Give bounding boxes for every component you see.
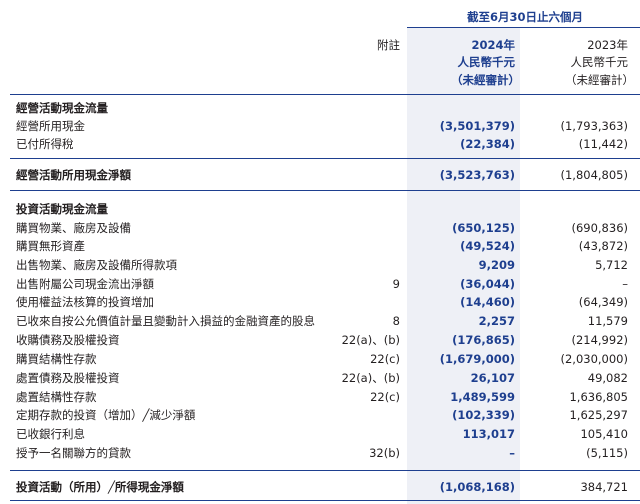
table-row: 出售物業、廠房及設備所得款項 9,209 5,712 bbox=[0, 256, 640, 274]
value-2024: (14,460) bbox=[460, 295, 515, 309]
table-row: 出售附屬公司現金流出淨額 9 (36,044) – bbox=[0, 275, 640, 293]
note-column-header: 附註 bbox=[377, 38, 400, 52]
investing-section-title: 投資活動現金流量 bbox=[16, 202, 108, 216]
value-2023: 105,410 bbox=[580, 427, 628, 441]
row-note: 9 bbox=[392, 277, 400, 291]
value-2023: (1,793,363) bbox=[560, 119, 628, 133]
value-2024: (176,865) bbox=[452, 333, 515, 347]
operating-total-row: 經營活動所用現金淨額 (3,523,763) (1,804,805) bbox=[0, 166, 640, 184]
table-row: 使用權益法核算的投資增加 (14,460) (64,349) bbox=[0, 293, 640, 311]
header-divider bbox=[10, 94, 640, 95]
year-2024-unit: 人民幣千元 bbox=[457, 55, 516, 69]
period-header: 截至6月30日止六個月 bbox=[466, 10, 583, 24]
row-label: 已付所得稅 bbox=[16, 137, 74, 151]
value-2023: (690,836) bbox=[571, 221, 628, 235]
row-note: 22(c) bbox=[370, 352, 400, 366]
row-label: 出售附屬公司現金流出淨額 bbox=[16, 277, 154, 291]
value-2024: 2,257 bbox=[478, 314, 515, 328]
value-2023: (64,349) bbox=[578, 295, 628, 309]
table-row: 購買無形資產 (49,524) (43,872) bbox=[0, 237, 640, 255]
value-2024: (22,384) bbox=[460, 137, 515, 151]
row-note: 22(a)、(b) bbox=[341, 333, 400, 347]
row-label: 已收來自按公允價值計量且變動計入損益的金融資產的股息 bbox=[16, 314, 315, 328]
value-2023: 1,636,805 bbox=[569, 390, 628, 404]
row-label: 處置結構性存款 bbox=[16, 390, 97, 404]
table-row: 收購債務及股權投資 22(a)、(b) (176,865) (214,992) bbox=[0, 331, 640, 349]
table-row: 購買結構性存款 22(c) (1,679,000) (2,030,000) bbox=[0, 350, 640, 368]
value-2023: 49,082 bbox=[587, 371, 628, 385]
row-label: 使用權益法核算的投資增加 bbox=[16, 295, 154, 309]
table-row: 已收銀行利息 113,017 105,410 bbox=[0, 425, 640, 443]
row-label: 經營所用現金 bbox=[16, 119, 85, 133]
value-2024: (650,125) bbox=[452, 221, 515, 235]
divider bbox=[10, 158, 640, 159]
value-2023: (214,992) bbox=[571, 333, 628, 347]
value-2023: 11,579 bbox=[587, 314, 628, 328]
table-row: 授予一名關聯方的貸款 32(b) – (5,115) bbox=[0, 444, 640, 462]
value-2024: 1,489,599 bbox=[450, 390, 515, 404]
row-label: 購買物業、廠房及設備 bbox=[16, 221, 131, 235]
value-2023: (5,115) bbox=[586, 446, 628, 460]
row-label: 投資活動（所用）╱所得現金淨額 bbox=[16, 480, 184, 494]
value-2024: 26,107 bbox=[470, 371, 515, 385]
table-row: 處置結構性存款 22(c) 1,489,599 1,636,805 bbox=[0, 388, 640, 406]
investing-total-row: 投資活動（所用）╱所得現金淨額 (1,068,168) 384,721 bbox=[0, 478, 640, 496]
row-note: 32(b) bbox=[369, 446, 400, 460]
divider bbox=[10, 500, 640, 501]
table-row: 已付所得稅 (22,384) (11,442) bbox=[0, 135, 640, 153]
table-row: 定期存款的投資（增加）╱減少淨額 (102,339) 1,625,297 bbox=[0, 406, 640, 424]
row-label: 定期存款的投資（增加）╱減少淨額 bbox=[16, 408, 196, 422]
table-row: 經營所用現金 (3,501,379) (1,793,363) bbox=[0, 117, 640, 135]
row-label: 處置債務及股權投資 bbox=[16, 371, 120, 385]
value-2024: (102,339) bbox=[452, 408, 515, 422]
row-note: 22(a)、(b) bbox=[341, 371, 400, 385]
value-2023: (2,030,000) bbox=[560, 352, 628, 366]
value-2024: (3,523,763) bbox=[439, 168, 515, 182]
divider bbox=[10, 190, 640, 191]
table-row: 處置債務及股權投資 22(a)、(b) 26,107 49,082 bbox=[0, 369, 640, 387]
row-label: 授予一名關聯方的貸款 bbox=[16, 446, 131, 460]
row-label: 購買無形資產 bbox=[16, 239, 85, 253]
value-2023: – bbox=[622, 277, 628, 291]
value-2023: 5,712 bbox=[595, 258, 628, 272]
year-2023-unit: 人民幣千元 bbox=[570, 55, 629, 69]
row-label: 出售物業、廠房及設備所得款項 bbox=[16, 258, 177, 272]
row-label: 經營活動所用現金淨額 bbox=[16, 168, 131, 182]
value-2024: 9,209 bbox=[478, 258, 515, 272]
year-2023-status: （未經審計） bbox=[565, 73, 634, 87]
table-row: 已收來自按公允價值計量且變動計入損益的金融資產的股息 8 2,257 11,57… bbox=[0, 312, 640, 330]
value-2024: (1,679,000) bbox=[439, 352, 515, 366]
value-2024: (3,501,379) bbox=[439, 119, 515, 133]
value-2023: (11,442) bbox=[578, 137, 628, 151]
period-underline bbox=[407, 27, 640, 28]
value-2024: (1,068,168) bbox=[439, 480, 515, 494]
operating-section-title-row: 經營活動現金流量 bbox=[0, 99, 640, 117]
year-2024-status: （未經審計） bbox=[451, 73, 520, 87]
value-2023: (43,872) bbox=[578, 239, 628, 253]
value-2023: 384,721 bbox=[580, 480, 628, 494]
row-note: 22(c) bbox=[370, 390, 400, 404]
value-2024: 113,017 bbox=[462, 427, 515, 441]
value-2024: (36,044) bbox=[460, 277, 515, 291]
row-note: 8 bbox=[392, 314, 400, 328]
operating-section-title: 經營活動現金流量 bbox=[16, 101, 108, 115]
value-2023: (1,804,805) bbox=[560, 168, 628, 182]
value-2024: (49,524) bbox=[460, 239, 515, 253]
divider bbox=[10, 470, 640, 471]
investing-section-title-row: 投資活動現金流量 bbox=[0, 200, 640, 218]
row-label: 購買結構性存款 bbox=[16, 352, 97, 366]
value-2024: – bbox=[509, 446, 515, 460]
table-row: 購買物業、廠房及設備 (650,125) (690,836) bbox=[0, 219, 640, 237]
row-label: 收購債務及股權投資 bbox=[16, 333, 120, 347]
row-label: 已收銀行利息 bbox=[16, 427, 85, 441]
value-2023: 1,625,297 bbox=[569, 408, 628, 422]
